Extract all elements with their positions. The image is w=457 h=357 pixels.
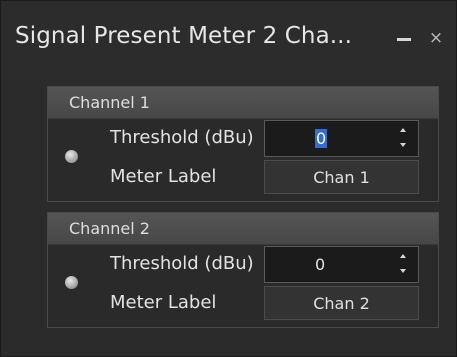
- channel-1-group: Channel 1 Threshold (dBu) 0 Meter Label …: [47, 86, 439, 202]
- meter-label-label: Meter Label: [110, 166, 217, 187]
- channel-2-group: Channel 2 Threshold (dBu) 0 Meter Label …: [47, 212, 439, 328]
- threshold-value[interactable]: 0: [315, 255, 325, 274]
- close-button[interactable]: ×: [421, 23, 451, 53]
- signal-present-meter-window: Signal Present Meter 2 Cha... × Channel …: [0, 0, 457, 357]
- spin-arrows[interactable]: [398, 250, 408, 278]
- spin-up-icon[interactable]: [400, 254, 406, 258]
- minimize-icon: [397, 37, 411, 41]
- spin-up-icon[interactable]: [400, 128, 406, 132]
- meter-label-field[interactable]: Chan 1: [264, 160, 419, 194]
- title-bar[interactable]: Signal Present Meter 2 Cha... ×: [1, 1, 456, 79]
- threshold-spinbox[interactable]: 0: [264, 120, 419, 157]
- spin-down-icon[interactable]: [400, 269, 406, 273]
- channel-1-title: Channel 1: [69, 93, 150, 112]
- signal-led-icon: [65, 276, 78, 289]
- threshold-spinbox[interactable]: 0: [264, 246, 419, 283]
- threshold-value[interactable]: 0: [315, 129, 328, 148]
- threshold-label: Threshold (dBu): [110, 127, 254, 148]
- channel-2-header: Channel 2: [48, 213, 438, 245]
- window-title: Signal Present Meter 2 Cha...: [15, 23, 353, 49]
- meter-label-label: Meter Label: [110, 292, 217, 313]
- meter-label-field[interactable]: Chan 2: [264, 286, 419, 320]
- channel-1-header: Channel 1: [48, 87, 438, 119]
- threshold-label: Threshold (dBu): [110, 253, 254, 274]
- channel-2-title: Channel 2: [69, 219, 150, 238]
- close-icon: ×: [428, 28, 444, 48]
- spin-down-icon[interactable]: [400, 143, 406, 147]
- minimize-button[interactable]: [389, 23, 419, 53]
- spin-arrows[interactable]: [398, 124, 408, 152]
- signal-led-icon: [65, 150, 78, 163]
